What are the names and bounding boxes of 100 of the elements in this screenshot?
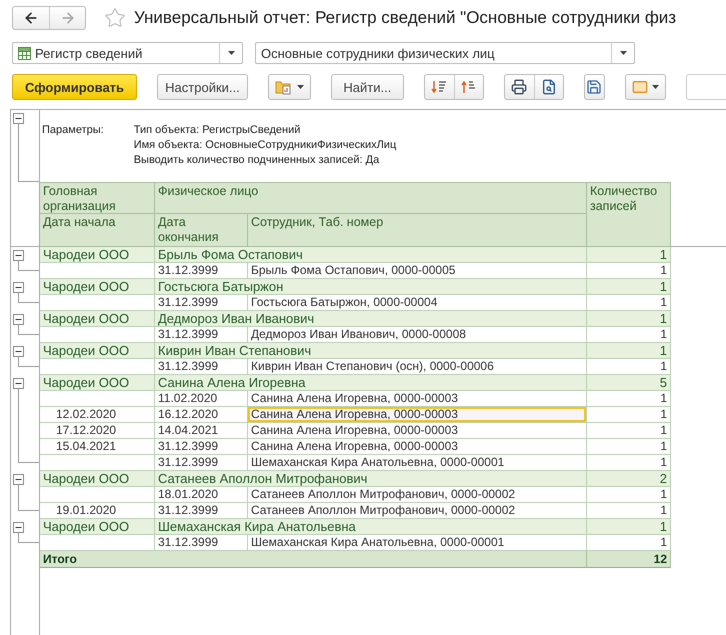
star-icon — [104, 7, 126, 29]
table-cell: Шемаханская Кира Анатольевна — [155, 519, 587, 535]
table-cell[interactable]: Брыль Фома Остапович, 0000-00005 — [248, 263, 587, 279]
table-cell[interactable]: Гостьсюга Батыржон, 0000-00004 — [248, 295, 587, 311]
table-cell: Чародеи ООО — [40, 343, 155, 359]
table-cell: 31.12.3999 — [155, 535, 248, 551]
column-header: Количество записей — [587, 182, 671, 247]
toolbar-button[interactable]: Настройки... — [157, 74, 248, 100]
table-cell: 1 — [587, 535, 671, 551]
table-cell: Чародеи ООО — [40, 311, 155, 327]
table-cell: 11.02.2020 — [155, 391, 248, 407]
tree-bracket-line — [18, 124, 39, 182]
collapse-icon[interactable] — [13, 113, 24, 124]
table-cell: 31.12.3999 — [155, 455, 248, 471]
table-cell: 15.04.2021 — [40, 439, 155, 455]
caret-icon — [652, 85, 659, 89]
table-cell: 1 — [587, 295, 671, 311]
generate-button[interactable]: Сформировать — [12, 74, 138, 100]
table-cell: 5 — [587, 375, 671, 391]
collapse-icon[interactable] — [13, 474, 24, 485]
table-cell: 1 — [587, 455, 671, 471]
sort-descending-icon — [431, 79, 448, 95]
selected-cell[interactable]: Санина Алена Игоревна, 0000-00003 — [248, 407, 587, 423]
table-cell: 1 — [587, 279, 671, 295]
caret-icon — [228, 51, 234, 55]
dropdown-field[interactable]: Регистр сведений — [12, 42, 243, 64]
save-icon — [586, 79, 602, 95]
tree-bracket-line — [18, 533, 39, 543]
table-cell[interactable]: Сатанеев Аполлон Митрофанович, 0000-00002 — [248, 487, 587, 503]
table-cell[interactable]: Киврин Иван Степанович (осн), 0000-00006 — [248, 359, 587, 375]
table-cell: Чародеи ООО — [40, 375, 155, 391]
column-header: Дата окончания — [155, 214, 248, 247]
table-cell: 1 — [587, 407, 671, 423]
table-cell: 14.04.2021 — [155, 423, 248, 439]
collapse-icon[interactable] — [13, 314, 24, 325]
table-cell[interactable]: Сатанеев Аполлон Митрофанович, 0000-00002 — [248, 503, 587, 519]
report-options-button[interactable] — [268, 74, 311, 100]
table-cell[interactable]: Дедмороз Иван Иванович, 0000-00008 — [248, 327, 587, 343]
table-cell: 16.12.2020 — [155, 407, 248, 423]
collapse-icon[interactable] — [13, 378, 24, 389]
table-cell: 18.01.2020 — [155, 487, 248, 503]
table-cell: 1 — [587, 263, 671, 279]
table-cell: 1 — [587, 519, 671, 535]
table-cell[interactable]: Санина Алена Игоревна, 0000-00003 — [248, 423, 587, 439]
caret-icon — [296, 85, 304, 89]
column-header: Физическое лицо — [155, 182, 587, 214]
parameters-label: Параметры: — [42, 124, 104, 138]
column-header: Головная организация — [40, 182, 155, 214]
parameter-text: Тип объекта: РегистрыСведений — [134, 124, 302, 136]
table-cell: 17.12.2020 — [40, 423, 155, 439]
table-cell: Чародеи ООО — [40, 519, 155, 535]
table-cell: Киврин Иван Степанович — [155, 343, 587, 359]
table-cell: 31.12.3999 — [155, 439, 248, 455]
table-cell[interactable]: Шемаханская Кира Анатольевна, 0000-00001 — [248, 535, 587, 551]
collapse-icon[interactable] — [13, 346, 24, 357]
table-cell: 31.12.3999 — [155, 295, 248, 311]
dropdown-field[interactable]: Основные сотрудники физических лиц — [255, 42, 635, 64]
tree-bracket-line — [18, 261, 39, 271]
caret-icon — [620, 51, 626, 55]
parameter-text: Имя объекта: ОсновныеСотрудникиФизическихЛиц — [134, 139, 396, 151]
sort-ascending-icon — [460, 79, 477, 95]
parameter-text: Выводить количество подчиненных записей: Да — [134, 154, 380, 166]
tree-bracket-line — [18, 357, 39, 367]
collapse-icon[interactable] — [13, 250, 24, 261]
forward-arrow-icon — [60, 10, 76, 26]
table-cell: 1 — [587, 503, 671, 519]
table-icon — [18, 46, 31, 60]
table-cell: 31.12.3999 — [155, 263, 248, 279]
table-cell: Чародеи ООО — [40, 279, 155, 295]
table-cell: 1 — [587, 391, 671, 407]
window-title: Универсальный отчет: Регистр сведений "Основные сотрудники физ — [134, 8, 676, 28]
report-options-icon — [274, 79, 293, 95]
table-cell: 31.12.3999 — [155, 327, 248, 343]
tree-bracket-line — [18, 485, 39, 511]
send-mail-button[interactable] — [625, 74, 666, 100]
table-cell: 1 — [587, 439, 671, 455]
total-label: Итого — [40, 551, 587, 568]
collapse-icon[interactable] — [13, 522, 24, 533]
print-icon — [511, 79, 528, 95]
toolbar-button[interactable]: Найти... — [330, 74, 404, 100]
table-cell: 2 — [587, 471, 671, 487]
table-cell: Гостьсюга Батыржон — [155, 279, 587, 295]
collapse-icon[interactable] — [13, 282, 24, 293]
preview-icon — [540, 79, 557, 95]
table-cell: 1 — [587, 423, 671, 439]
tree-bracket-line — [18, 293, 39, 303]
table-cell[interactable]: Шемаханская Кира Анатольевна, 0000-00001 — [248, 455, 587, 471]
table-cell: 19.01.2020 — [40, 503, 155, 519]
table-cell[interactable]: Санина Алена Игоревна, 0000-00003 — [248, 439, 587, 455]
table-cell: 31.12.3999 — [155, 503, 248, 519]
table-cell: Чародеи ООО — [40, 247, 155, 263]
column-header: Дата начала — [40, 214, 155, 247]
table-cell: 1 — [587, 311, 671, 327]
total-value: 12 — [587, 551, 671, 568]
table-cell: Чародеи ООО — [40, 471, 155, 487]
table-cell: 12.02.2020 — [40, 407, 155, 423]
column-header: Сотрудник, Таб. номер — [248, 214, 587, 247]
table-cell[interactable]: Санина Алена Игоревна, 0000-00003 — [248, 391, 587, 407]
table-cell: 1 — [587, 247, 671, 263]
save-button[interactable] — [584, 74, 605, 100]
